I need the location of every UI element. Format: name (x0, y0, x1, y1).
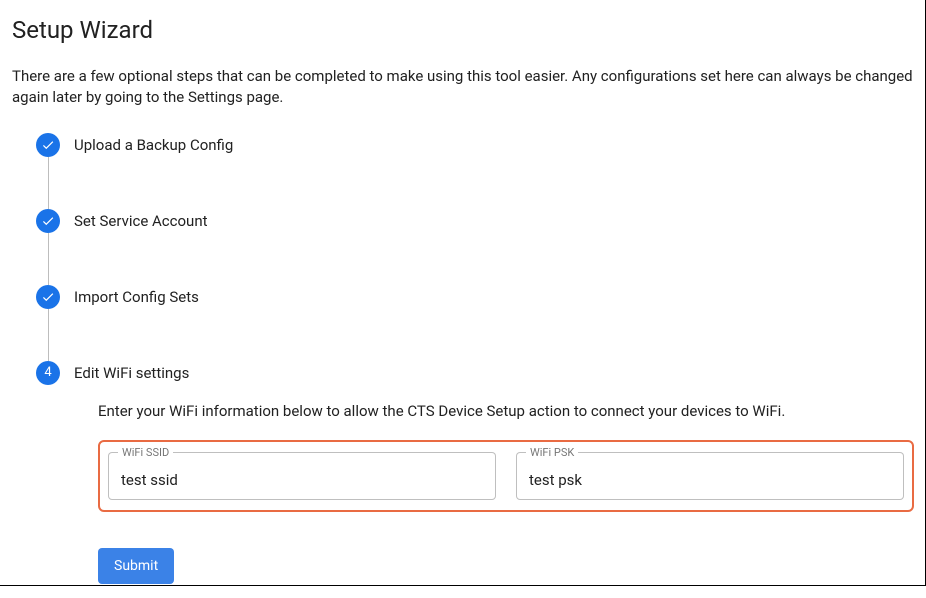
stepper: Upload a Backup Config Set Service Accou… (36, 133, 914, 584)
step-upload-backup[interactable]: Upload a Backup Config (36, 133, 914, 209)
step-service-account[interactable]: Set Service Account (36, 209, 914, 285)
wifi-psk-field: WiFi PSK (516, 452, 904, 500)
wifi-ssid-field: WiFi SSID (108, 452, 496, 500)
wifi-ssid-label: WiFi SSID (118, 445, 173, 460)
step-label: Import Config Sets (60, 285, 199, 308)
check-icon (36, 133, 60, 157)
page-title: Setup Wizard (12, 14, 914, 48)
wifi-fields-highlight: WiFi SSID WiFi PSK (98, 440, 914, 512)
step-label: Edit WiFi settings (60, 361, 189, 384)
wifi-psk-label: WiFi PSK (526, 445, 578, 460)
intro-text: There are a few optional steps that can … (12, 66, 914, 110)
check-icon (36, 209, 60, 233)
wifi-helper-text: Enter your WiFi information below to all… (98, 401, 914, 422)
step-number-icon: 4 (36, 361, 60, 385)
step-edit-wifi[interactable]: 4 Edit WiFi settings (36, 361, 914, 385)
step-connector (48, 233, 49, 285)
step-label: Set Service Account (60, 209, 208, 232)
check-icon (36, 285, 60, 309)
step-import-config[interactable]: Import Config Sets (36, 285, 914, 361)
wifi-step-body: Enter your WiFi information below to all… (98, 401, 914, 584)
step-connector (48, 157, 49, 209)
submit-button[interactable]: Submit (98, 548, 174, 584)
step-connector (48, 309, 49, 361)
step-label: Upload a Backup Config (60, 133, 233, 156)
